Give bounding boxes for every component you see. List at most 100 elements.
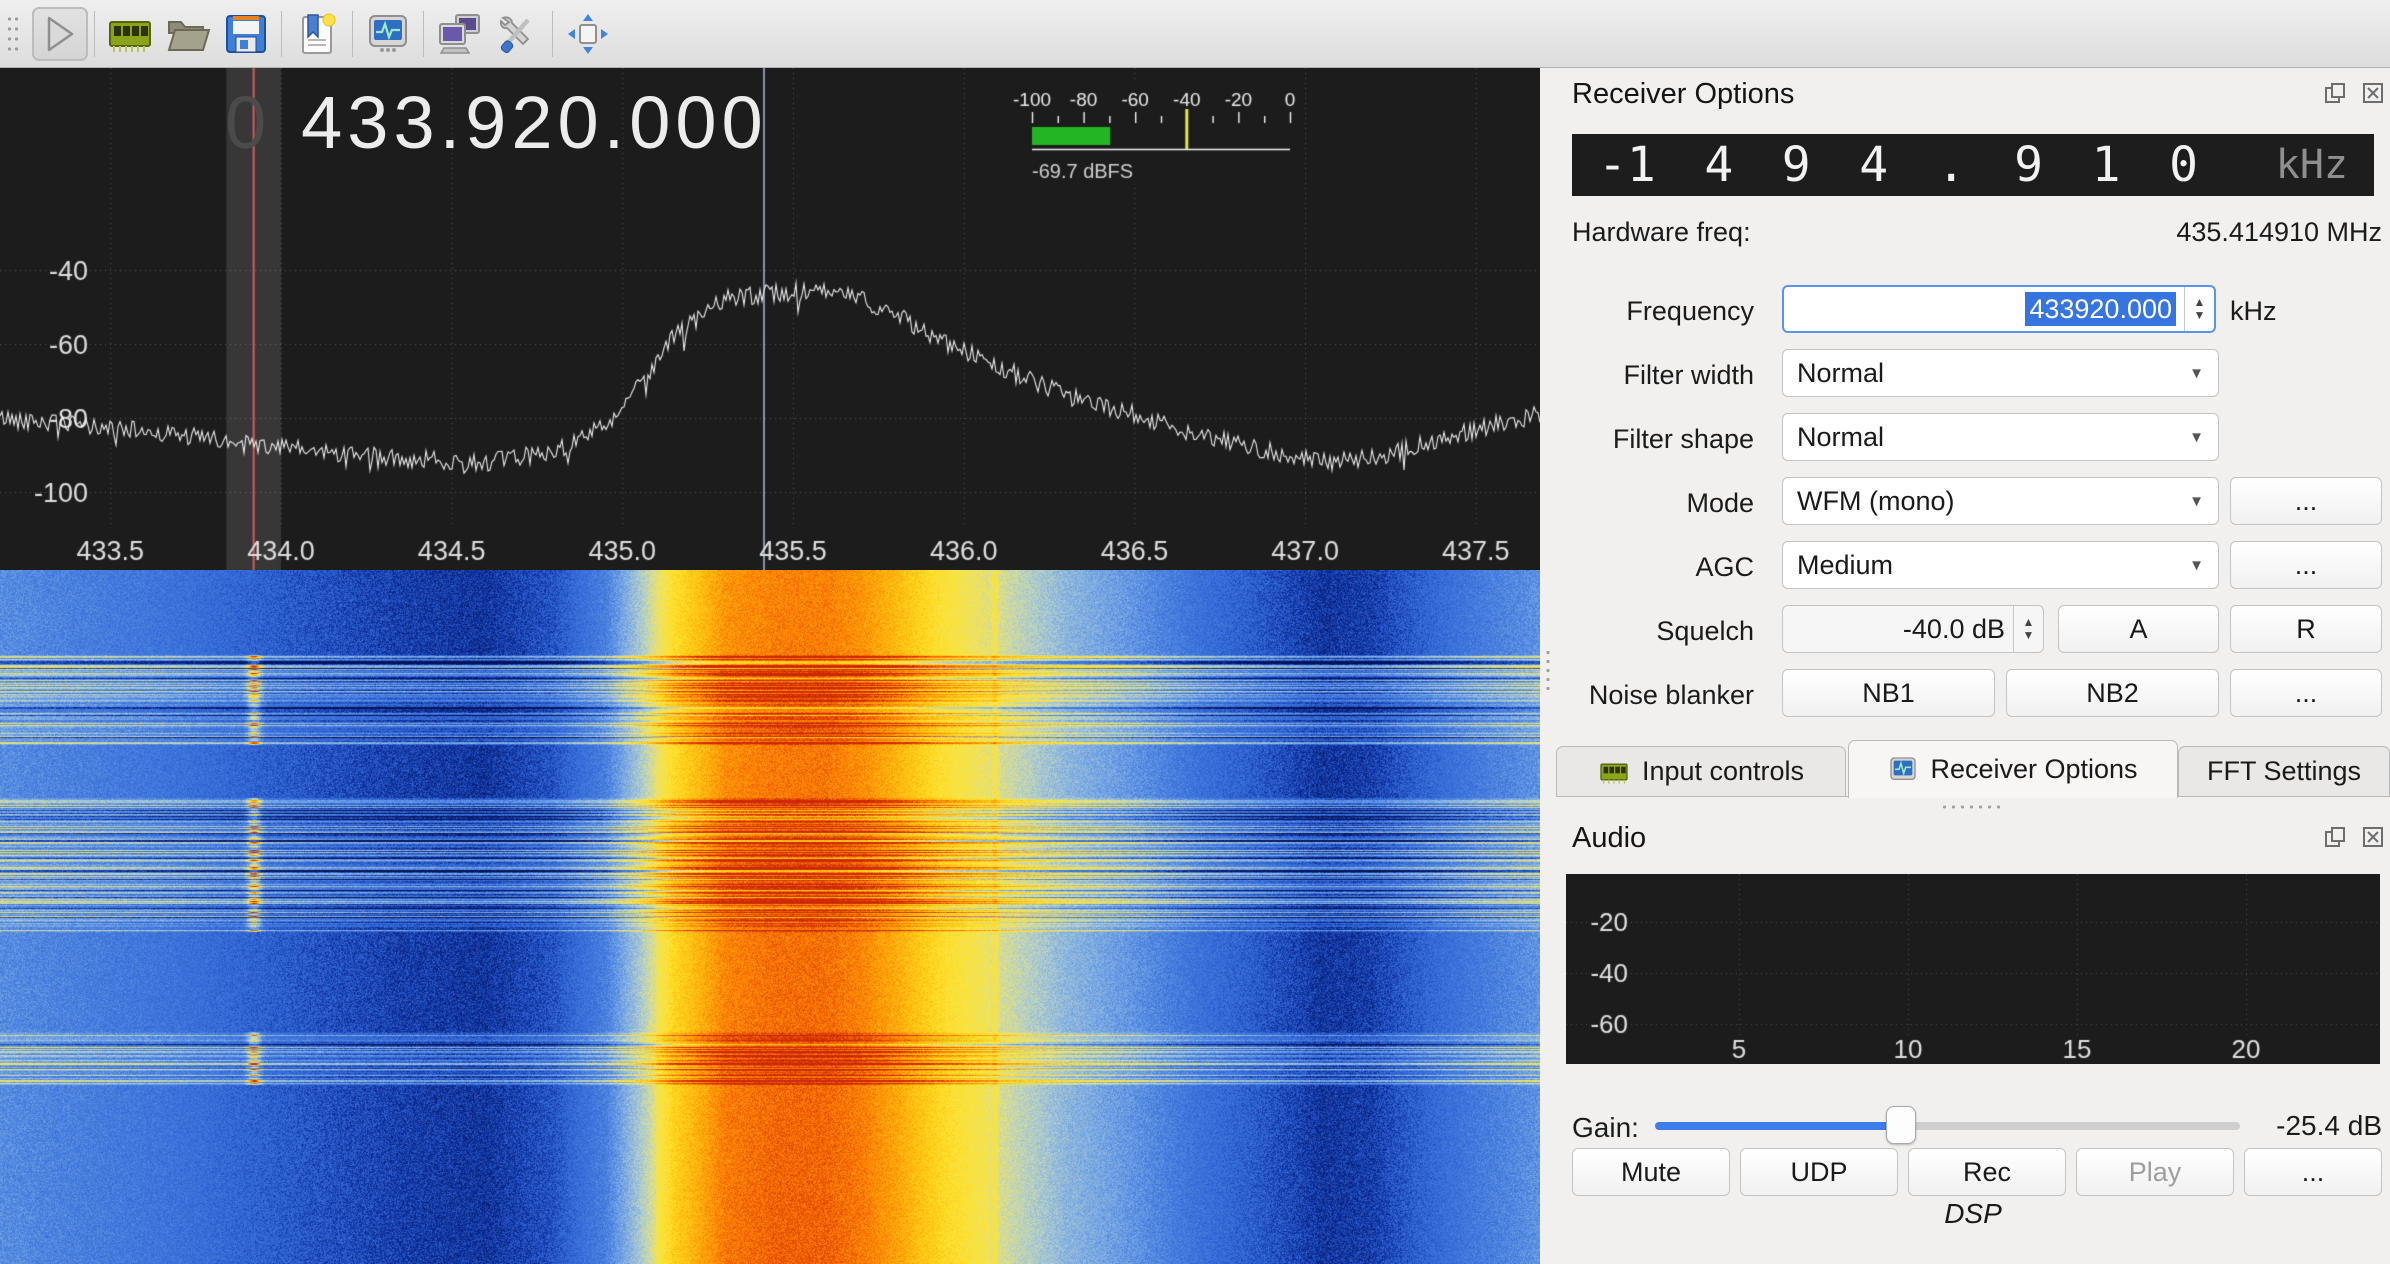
tuned-frequency-readout[interactable]: 0 433.920.000 bbox=[225, 80, 768, 165]
agc-options-label: ... bbox=[2295, 550, 2318, 581]
open-folder-icon bbox=[165, 14, 211, 54]
filter-shape-value: Normal bbox=[1797, 422, 1884, 453]
waterfall-display[interactable] bbox=[0, 570, 1540, 1264]
devices-chip-icon bbox=[107, 14, 153, 54]
waterfall-canvas[interactable] bbox=[0, 570, 1540, 1264]
fullscreen-button[interactable] bbox=[559, 6, 617, 62]
vertical-splitter-handle[interactable] bbox=[1543, 648, 1553, 694]
offset-frequency-lcd[interactable]: -1 4 9 4 . 9 1 0 kHz bbox=[1572, 134, 2374, 196]
frequency-spinbox-value[interactable]: 433920.000 bbox=[2025, 292, 2176, 326]
squelch-auto-button[interactable]: A bbox=[2058, 605, 2219, 653]
toolbar-separator bbox=[352, 11, 353, 57]
configure-io-button[interactable] bbox=[101, 6, 159, 62]
toolbar-separator bbox=[94, 11, 95, 57]
mute-label: Mute bbox=[1621, 1157, 1681, 1188]
tab-input-controls[interactable]: Input controls bbox=[1556, 746, 1846, 797]
frequency-dim-digit[interactable]: 0 bbox=[225, 80, 271, 165]
lcd-decimal-point: . bbox=[1937, 137, 1966, 193]
scope-icon bbox=[1888, 756, 1918, 784]
mode-combo[interactable]: WFM (mono) ▼ bbox=[1782, 477, 2219, 525]
fullscreen-move-icon bbox=[566, 12, 610, 56]
tools-icon bbox=[495, 12, 539, 56]
udp-button[interactable]: UDP bbox=[1740, 1148, 1898, 1196]
float-panel-icon[interactable] bbox=[2324, 826, 2346, 848]
gain-slider-handle[interactable] bbox=[1886, 1106, 1916, 1144]
agc-combo[interactable]: Medium ▼ bbox=[1782, 541, 2219, 589]
close-panel-icon[interactable] bbox=[2362, 82, 2384, 104]
audio-options-label: ... bbox=[2302, 1157, 2325, 1188]
lcd-digit[interactable]: 9 bbox=[1782, 137, 1811, 193]
filter-width-combo[interactable]: Normal ▼ bbox=[1782, 349, 2219, 397]
tab-receiver-options[interactable]: Receiver Options bbox=[1848, 740, 2178, 798]
bookmarks-button[interactable] bbox=[288, 6, 346, 62]
tab-receiver-options-label: Receiver Options bbox=[1930, 754, 2137, 785]
nb-options-button[interactable]: ... bbox=[2230, 669, 2382, 717]
lcd-digit[interactable]: 0 bbox=[2169, 137, 2198, 193]
squelch-spinner-buttons[interactable]: ▲▼ bbox=[2013, 606, 2043, 652]
filter-shape-label: Filter shape bbox=[1556, 424, 1754, 455]
lcd-digit[interactable]: 4 bbox=[1704, 137, 1733, 193]
settings-tools-button[interactable] bbox=[488, 6, 546, 62]
start-dsp-button[interactable] bbox=[32, 7, 88, 61]
float-panel-icon[interactable] bbox=[2324, 82, 2346, 104]
remote-computers-icon bbox=[436, 12, 482, 56]
filter-shape-combo[interactable]: Normal ▼ bbox=[1782, 413, 2219, 461]
mute-button[interactable]: Mute bbox=[1572, 1148, 1730, 1196]
hardware-freq-label: Hardware freq: bbox=[1572, 217, 1751, 248]
frequency-spinbox[interactable]: 433920.000 ▲▼ bbox=[1782, 285, 2216, 333]
frequency-spinner-buttons[interactable]: ▲▼ bbox=[2184, 287, 2214, 331]
nb2-button[interactable]: NB2 bbox=[2006, 669, 2219, 717]
audio-fft-display bbox=[1566, 874, 2380, 1064]
noise-blanker-label: Noise blanker bbox=[1556, 680, 1754, 711]
horizontal-splitter-handle[interactable] bbox=[1940, 803, 2004, 811]
chevron-down-icon: ▼ bbox=[2189, 493, 2204, 510]
frequency-digits[interactable]: 433.920.000 bbox=[301, 80, 768, 165]
gain-value: -25.4 dB bbox=[2250, 1110, 2382, 1142]
nb2-label: NB2 bbox=[2086, 678, 2139, 709]
chevron-down-icon: ▼ bbox=[2189, 429, 2204, 446]
agc-label: AGC bbox=[1556, 552, 1754, 583]
filter-width-label: Filter width bbox=[1556, 360, 1754, 391]
tab-fft-settings[interactable]: FFT Settings bbox=[2178, 746, 2390, 797]
nb1-label: NB1 bbox=[1862, 678, 1915, 709]
lcd-digit[interactable]: 9 bbox=[2014, 137, 2043, 193]
remote-control-button[interactable] bbox=[430, 6, 488, 62]
squelch-reset-button[interactable]: R bbox=[2230, 605, 2382, 653]
lcd-digit[interactable]: 1 bbox=[2092, 137, 2121, 193]
gain-slider-fill bbox=[1655, 1122, 1900, 1130]
audio-panel-title: Audio bbox=[1572, 822, 1646, 855]
rec-button[interactable]: Rec bbox=[1908, 1148, 2066, 1196]
tab-fft-settings-label: FFT Settings bbox=[2207, 756, 2361, 787]
play-button: Play bbox=[2076, 1148, 2234, 1196]
open-file-button[interactable] bbox=[159, 6, 217, 62]
mode-options-button[interactable]: ... bbox=[2230, 477, 2382, 525]
audio-fft-canvas bbox=[1566, 874, 2380, 1064]
signal-strength-meter bbox=[1005, 82, 1297, 186]
dsp-options-button[interactable] bbox=[359, 6, 417, 62]
close-panel-icon[interactable] bbox=[2362, 826, 2384, 848]
lcd-unit-label: kHz bbox=[2276, 142, 2348, 188]
gain-label: Gain: bbox=[1572, 1112, 1639, 1144]
agc-options-button[interactable]: ... bbox=[2230, 541, 2382, 589]
squelch-reset-label: R bbox=[2296, 614, 2316, 645]
audio-options-button[interactable]: ... bbox=[2244, 1148, 2382, 1196]
frequency-label: Frequency bbox=[1556, 296, 1754, 327]
dsp-status-label: DSP bbox=[1556, 1198, 2390, 1230]
tab-input-controls-label: Input controls bbox=[1642, 756, 1804, 787]
rec-label: Rec bbox=[1963, 1157, 2011, 1188]
chevron-down-icon: ▼ bbox=[2189, 557, 2204, 574]
udp-label: UDP bbox=[1790, 1157, 1847, 1188]
mode-options-label: ... bbox=[2295, 486, 2318, 517]
toolbar-separator bbox=[281, 11, 282, 57]
chevron-down-icon: ▼ bbox=[2189, 365, 2204, 382]
squelch-spinbox[interactable]: -40.0 dB ▲▼ bbox=[1782, 605, 2044, 653]
play-icon bbox=[43, 15, 77, 53]
bookmarks-icon bbox=[296, 12, 338, 56]
save-file-button[interactable] bbox=[217, 6, 275, 62]
receiver-panel-title: Receiver Options bbox=[1572, 78, 1794, 111]
lcd-digit[interactable]: 4 bbox=[1859, 137, 1888, 193]
nb1-button[interactable]: NB1 bbox=[1782, 669, 1995, 717]
toolbar-grip-handle[interactable] bbox=[6, 14, 20, 54]
mode-value: WFM (mono) bbox=[1797, 486, 1955, 517]
lcd-digit[interactable]: -1 bbox=[1598, 137, 1656, 193]
